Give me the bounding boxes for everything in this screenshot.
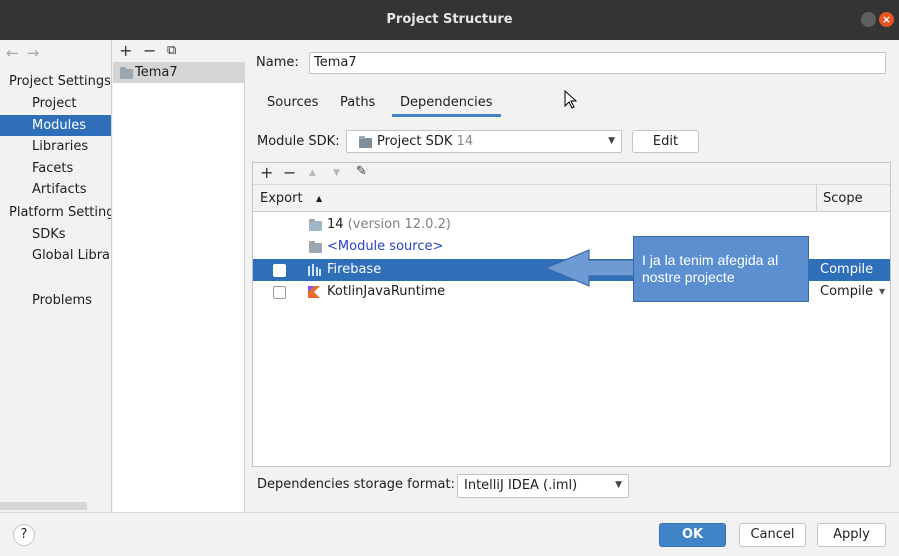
remove-dependency-button[interactable]: − (283, 163, 296, 182)
sort-ascending-icon[interactable]: ▲ (316, 185, 322, 212)
nav-arrows: ←→ (6, 44, 47, 62)
callout-arrow-icon (545, 249, 636, 287)
module-name-field[interactable]: Tema7 (309, 52, 886, 74)
module-sdk-label: Module SDK: (257, 134, 340, 149)
name-label: Name: (256, 55, 299, 70)
storage-format-label: Dependencies storage format: (257, 477, 455, 492)
module-item-tema7[interactable]: Tema7 (113, 62, 245, 83)
kotlin-icon (308, 286, 320, 298)
sidebar-item-project[interactable]: Project (0, 93, 111, 114)
tab-sources[interactable]: Sources (267, 95, 318, 117)
module-item-label: Tema7 (135, 65, 178, 80)
dependencies-header: Export ▲ Scope (253, 185, 890, 212)
title-bar: Project Structure × (0, 0, 899, 40)
tab-dependencies[interactable]: Dependencies (392, 95, 501, 117)
column-divider (816, 185, 817, 212)
sidebar-item-sdks[interactable]: SDKs (0, 224, 111, 245)
export-checkbox[interactable] (273, 264, 286, 277)
minimize-button[interactable] (861, 12, 876, 27)
help-button[interactable]: ? (13, 524, 35, 546)
chevron-down-icon: ▼ (615, 480, 622, 490)
section-project-settings: Project Settings (9, 74, 111, 89)
sidebar-item-artifacts[interactable]: Artifacts (0, 179, 111, 200)
add-module-button[interactable]: + (119, 41, 132, 60)
module-sdk-value: Project SDK (377, 134, 453, 149)
sidebar-item-global-libraries[interactable]: Global Libraries (0, 245, 111, 266)
chevron-down-icon: ▼ (879, 287, 886, 296)
tab-paths[interactable]: Paths (340, 95, 375, 117)
copy-module-button[interactable]: ⧉ (167, 43, 176, 58)
cancel-button[interactable]: Cancel (739, 523, 806, 547)
annotation-callout: I ja la tenim afegida al nostre projecte (633, 236, 809, 302)
module-source-label: <Module source> (327, 239, 444, 254)
edit-dependency-icon[interactable]: ✎ (356, 164, 367, 179)
sdk-name: 14 (327, 217, 344, 232)
move-up-icon[interactable]: ▲ (309, 168, 316, 178)
chevron-down-icon: ▼ (608, 136, 615, 146)
sdk-version: (version 12.0.2) (343, 217, 451, 232)
dialog-footer: ? OK Cancel Apply (0, 512, 899, 556)
mouse-cursor-icon (564, 90, 578, 109)
sdk-folder-icon (359, 136, 372, 148)
dependency-name: KotlinJavaRuntime (327, 284, 446, 299)
close-button[interactable]: × (879, 12, 894, 27)
scope-combo[interactable]: Compile (820, 281, 873, 303)
settings-sidebar: ←→ Project Settings Project Modules Libr… (0, 40, 112, 512)
module-folder-icon (120, 67, 133, 79)
column-scope[interactable]: Scope (823, 185, 863, 212)
sidebar-item-facets[interactable]: Facets (0, 158, 111, 179)
add-dependency-button[interactable]: + (260, 163, 273, 182)
back-arrow-icon[interactable]: ← (6, 44, 27, 62)
column-export[interactable]: Export (260, 185, 303, 212)
edit-sdk-button[interactable]: Edit (632, 130, 699, 153)
ok-button[interactable]: OK (659, 523, 726, 547)
module-toolbar: + − ⧉ (113, 40, 245, 62)
dependency-row-sdk[interactable]: 14 (version 12.0.2) (253, 214, 890, 236)
storage-format-value: IntelliJ IDEA (.iml) (464, 478, 578, 493)
scope-combo[interactable]: Compile (820, 259, 873, 281)
storage-format-combo[interactable]: IntelliJ IDEA (.iml) ▼ (457, 474, 629, 498)
remove-module-button[interactable]: − (143, 41, 156, 60)
sidebar-item-problems[interactable]: Problems (0, 290, 111, 311)
module-source-icon (309, 241, 322, 253)
sidebar-item-libraries[interactable]: Libraries (0, 136, 111, 157)
module-list-panel: + − ⧉ Tema7 (113, 40, 245, 512)
module-sdk-combo[interactable]: Project SDK 14 ▼ (346, 130, 622, 153)
dependency-name: 14 (version 12.0.2) (327, 214, 451, 236)
module-sdk-version: 14 (456, 134, 474, 149)
library-icon (308, 264, 321, 276)
forward-arrow-icon[interactable]: → (27, 44, 48, 62)
dependency-name: Firebase (327, 262, 382, 277)
sidebar-scrollbar[interactable] (0, 502, 87, 510)
sidebar-item-modules[interactable]: Modules (0, 115, 111, 136)
dependencies-toolbar: + − ▲ ▼ ✎ (253, 163, 890, 185)
export-checkbox[interactable] (273, 286, 286, 299)
window-title: Project Structure (386, 12, 513, 27)
section-platform-settings: Platform Settings (9, 205, 112, 220)
sdk-folder-icon (309, 219, 322, 231)
move-down-icon[interactable]: ▼ (333, 168, 340, 178)
dependencies-table: + − ▲ ▼ ✎ Export ▲ Scope 14 (version 12.… (252, 162, 891, 467)
apply-button[interactable]: Apply (817, 523, 886, 547)
